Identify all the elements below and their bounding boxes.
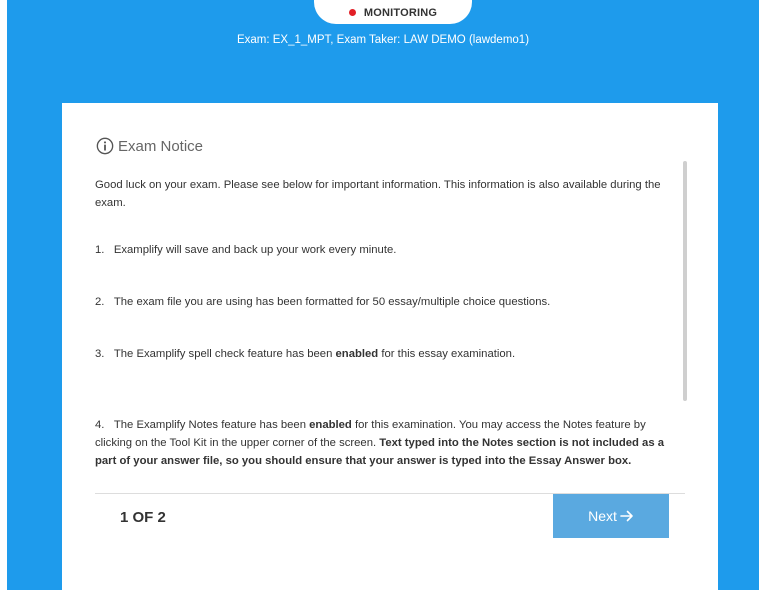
exam-notice-card: Exam Notice Good luck on your exam. Plea… [62, 103, 718, 590]
list-item-number: 3. [95, 348, 105, 360]
exam-screen: MONITORING Exam: EX_1_MPT, Exam Taker: L… [7, 0, 759, 590]
list-item-number: 1. [95, 244, 105, 256]
notice-title: Exam Notice [118, 137, 204, 155]
list-item-text: Examplify will save and back up your wor… [113, 244, 397, 256]
list-item-text: The Examplify spell check feature has be… [113, 348, 336, 360]
list-item: 2. The exam file you are using has been … [95, 293, 685, 311]
monitoring-indicator: MONITORING [314, 0, 472, 24]
list-item-text: The Examplify Notes feature has been [113, 419, 310, 431]
list-item: 3. The Examplify spell check feature has… [95, 345, 685, 363]
notice-header: Exam Notice [96, 137, 203, 155]
list-item-text: The exam file you are using has been for… [113, 296, 551, 308]
notice-intro: Good luck on your exam. Please see below… [95, 179, 661, 209]
recording-dot-icon [348, 9, 356, 16]
list-item-emphasis: enabled [335, 348, 379, 360]
list-item-text: for this essay examination. [378, 348, 516, 360]
list-item-emphasis: enabled [309, 419, 352, 431]
info-icon [96, 137, 114, 155]
next-button[interactable]: Next [553, 494, 669, 538]
next-button-label: Next [588, 508, 617, 524]
list-item-number: 4. [95, 419, 105, 431]
monitoring-label: MONITORING [363, 7, 438, 19]
content-scrollbar[interactable] [683, 161, 687, 401]
list-item: 4. The Examplify Notes feature has been … [95, 416, 685, 470]
exam-info: Exam: EX_1_MPT, Exam Taker: LAW DEMO (la… [236, 34, 530, 46]
page-indicator: 1 OF 2 [120, 509, 166, 526]
list-item: 1. Examplify will save and back up your … [95, 241, 685, 259]
list-item-number: 2. [95, 296, 105, 308]
arrow-right-icon [620, 510, 633, 522]
